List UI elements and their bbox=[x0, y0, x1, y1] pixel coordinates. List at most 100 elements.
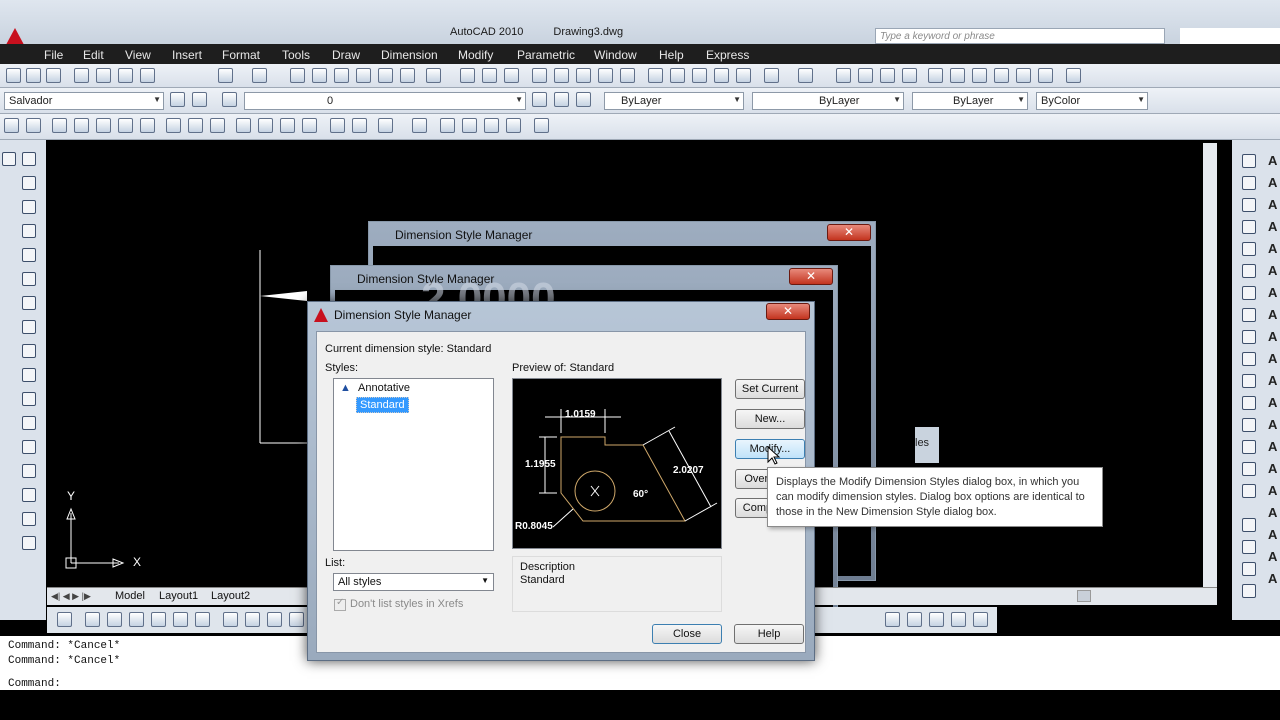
pan-icon[interactable] bbox=[836, 68, 851, 83]
xrefs-checkbox[interactable]: ✓ bbox=[334, 597, 346, 611]
styles-list[interactable]: ▲ Annotative Standard bbox=[333, 378, 494, 551]
text-style-strip[interactable]: AAAAAAAAAAAAAAAAAAAA bbox=[1268, 150, 1280, 620]
continue-icon[interactable] bbox=[289, 612, 304, 627]
redo-icon-2[interactable] bbox=[798, 68, 813, 83]
layer-state-icon[interactable] bbox=[576, 92, 591, 107]
menu-view[interactable]: View bbox=[125, 48, 151, 62]
layer-select[interactable]: 0 ▼ bbox=[244, 92, 526, 110]
linetype-select[interactable]: ByLayer ▼ bbox=[752, 92, 904, 110]
diameter-dim-icon[interactable] bbox=[195, 612, 210, 627]
design-center-icon[interactable] bbox=[312, 68, 327, 83]
line-icon[interactable] bbox=[22, 152, 36, 166]
bring-front-icon[interactable] bbox=[1242, 540, 1256, 554]
tab-nav-arrows[interactable]: ◀| ◀ ▶ |▶ bbox=[51, 591, 91, 602]
zoom-realtime-icon[interactable] bbox=[858, 68, 873, 83]
tab-layout1[interactable]: Layout1 bbox=[159, 590, 198, 602]
circle-icon[interactable] bbox=[22, 296, 36, 310]
stretch-icon[interactable] bbox=[1242, 330, 1256, 344]
point-icon[interactable] bbox=[2, 152, 16, 166]
ellipse-icon[interactable] bbox=[22, 368, 36, 382]
snap-parallel-icon[interactable] bbox=[258, 118, 273, 133]
construction-line-icon[interactable] bbox=[22, 176, 36, 190]
tab-model[interactable]: Model bbox=[115, 590, 145, 602]
partial-hidden-button[interactable]: les bbox=[915, 427, 939, 463]
aligned-dim-icon[interactable] bbox=[85, 612, 100, 627]
properties-icon-2[interactable] bbox=[928, 68, 943, 83]
dim-text-edit-icon[interactable] bbox=[907, 612, 922, 627]
calculator-icon[interactable] bbox=[400, 68, 415, 83]
menu-file[interactable]: File bbox=[44, 48, 63, 62]
menu-modify[interactable]: Modify bbox=[458, 48, 493, 62]
markup-icon-2[interactable] bbox=[1016, 68, 1031, 83]
copy-icon[interactable] bbox=[670, 68, 685, 83]
mirror-icon[interactable] bbox=[1242, 198, 1256, 212]
markup-icon[interactable] bbox=[378, 68, 393, 83]
scale-icon[interactable] bbox=[1242, 308, 1256, 322]
snap-quadrant-icon[interactable] bbox=[188, 118, 203, 133]
baseline-icon[interactable] bbox=[267, 612, 282, 627]
menu-dimension[interactable]: Dimension bbox=[381, 48, 438, 62]
properties-icon[interactable] bbox=[290, 68, 305, 83]
workspace-icon[interactable] bbox=[192, 92, 207, 107]
new-icon-2[interactable] bbox=[460, 68, 475, 83]
light-icon[interactable] bbox=[484, 118, 499, 133]
snap-perpendicular-icon[interactable] bbox=[236, 118, 251, 133]
save-icon-2[interactable] bbox=[504, 68, 519, 83]
snap-endpoint-icon[interactable] bbox=[52, 118, 67, 133]
quick-dim-icon[interactable] bbox=[245, 612, 260, 627]
offset-icon[interactable] bbox=[1242, 220, 1256, 234]
help-button[interactable]: Help bbox=[734, 624, 804, 644]
zoom-previous-icon[interactable] bbox=[902, 68, 917, 83]
dim-update-icon[interactable] bbox=[929, 612, 944, 627]
undo-icon-2[interactable] bbox=[764, 68, 779, 83]
layer-properties-icon[interactable] bbox=[222, 92, 237, 107]
snap-tangent-icon[interactable] bbox=[210, 118, 225, 133]
snap-extension-icon[interactable] bbox=[140, 118, 155, 133]
arc-icon[interactable] bbox=[22, 272, 36, 286]
tool-palettes-icon-2[interactable] bbox=[972, 68, 987, 83]
window-controls[interactable] bbox=[1180, 28, 1280, 44]
etransmit-icon[interactable] bbox=[620, 68, 635, 83]
menu-format[interactable]: Format bbox=[222, 48, 260, 62]
new-button[interactable]: New... bbox=[735, 409, 805, 429]
design-center-icon-2[interactable] bbox=[950, 68, 965, 83]
publish-icon[interactable] bbox=[118, 68, 133, 83]
tool-palettes-icon[interactable] bbox=[334, 68, 349, 83]
angular-dim-icon[interactable] bbox=[223, 612, 238, 627]
preview-icon-2[interactable] bbox=[554, 68, 569, 83]
workspace-select[interactable]: Salvador ▼ bbox=[4, 92, 164, 110]
list-item[interactable]: Annotative bbox=[358, 382, 410, 394]
move-icon[interactable] bbox=[1242, 264, 1256, 278]
snap-intersection-icon[interactable] bbox=[96, 118, 111, 133]
sheet-set-icon[interactable] bbox=[356, 68, 371, 83]
menu-parametric[interactable]: Parametric bbox=[517, 48, 575, 62]
dim-override-icon[interactable] bbox=[973, 612, 988, 627]
menu-help[interactable]: Help bbox=[659, 48, 684, 62]
close-icon[interactable]: ✕ bbox=[766, 303, 810, 320]
menu-draw[interactable]: Draw bbox=[332, 48, 360, 62]
set-current-button[interactable]: Set Current bbox=[735, 379, 805, 399]
multiline-text-icon[interactable] bbox=[22, 536, 36, 550]
snap-apparent-icon[interactable] bbox=[118, 118, 133, 133]
make-block-icon[interactable] bbox=[22, 440, 36, 454]
zoom-window-icon[interactable] bbox=[880, 68, 895, 83]
menu-window[interactable]: Window bbox=[594, 48, 637, 62]
dim-edit-icon[interactable] bbox=[885, 612, 900, 627]
match-properties-icon[interactable] bbox=[714, 68, 729, 83]
menu-tools[interactable]: Tools bbox=[282, 48, 310, 62]
search-input[interactable]: Type a keyword or phrase bbox=[875, 28, 1165, 44]
calculator-icon-2[interactable] bbox=[1038, 68, 1053, 83]
menu-insert[interactable]: Insert bbox=[172, 48, 202, 62]
snap-midpoint-icon[interactable] bbox=[74, 118, 89, 133]
vertical-scrollbar[interactable] bbox=[1203, 143, 1217, 587]
save-icon[interactable] bbox=[46, 68, 61, 83]
osnap-settings-icon[interactable] bbox=[378, 118, 393, 133]
menu-express[interactable]: Express bbox=[706, 48, 749, 62]
chamfer-icon[interactable] bbox=[1242, 440, 1256, 454]
cut-icon[interactable] bbox=[648, 68, 663, 83]
publish-icon-2[interactable] bbox=[576, 68, 591, 83]
snap-none-icon[interactable] bbox=[352, 118, 367, 133]
lineweight-select[interactable]: ByLayer ▼ bbox=[912, 92, 1028, 110]
linear-dim-icon[interactable] bbox=[57, 612, 72, 627]
hatch-icon[interactable] bbox=[22, 488, 36, 502]
